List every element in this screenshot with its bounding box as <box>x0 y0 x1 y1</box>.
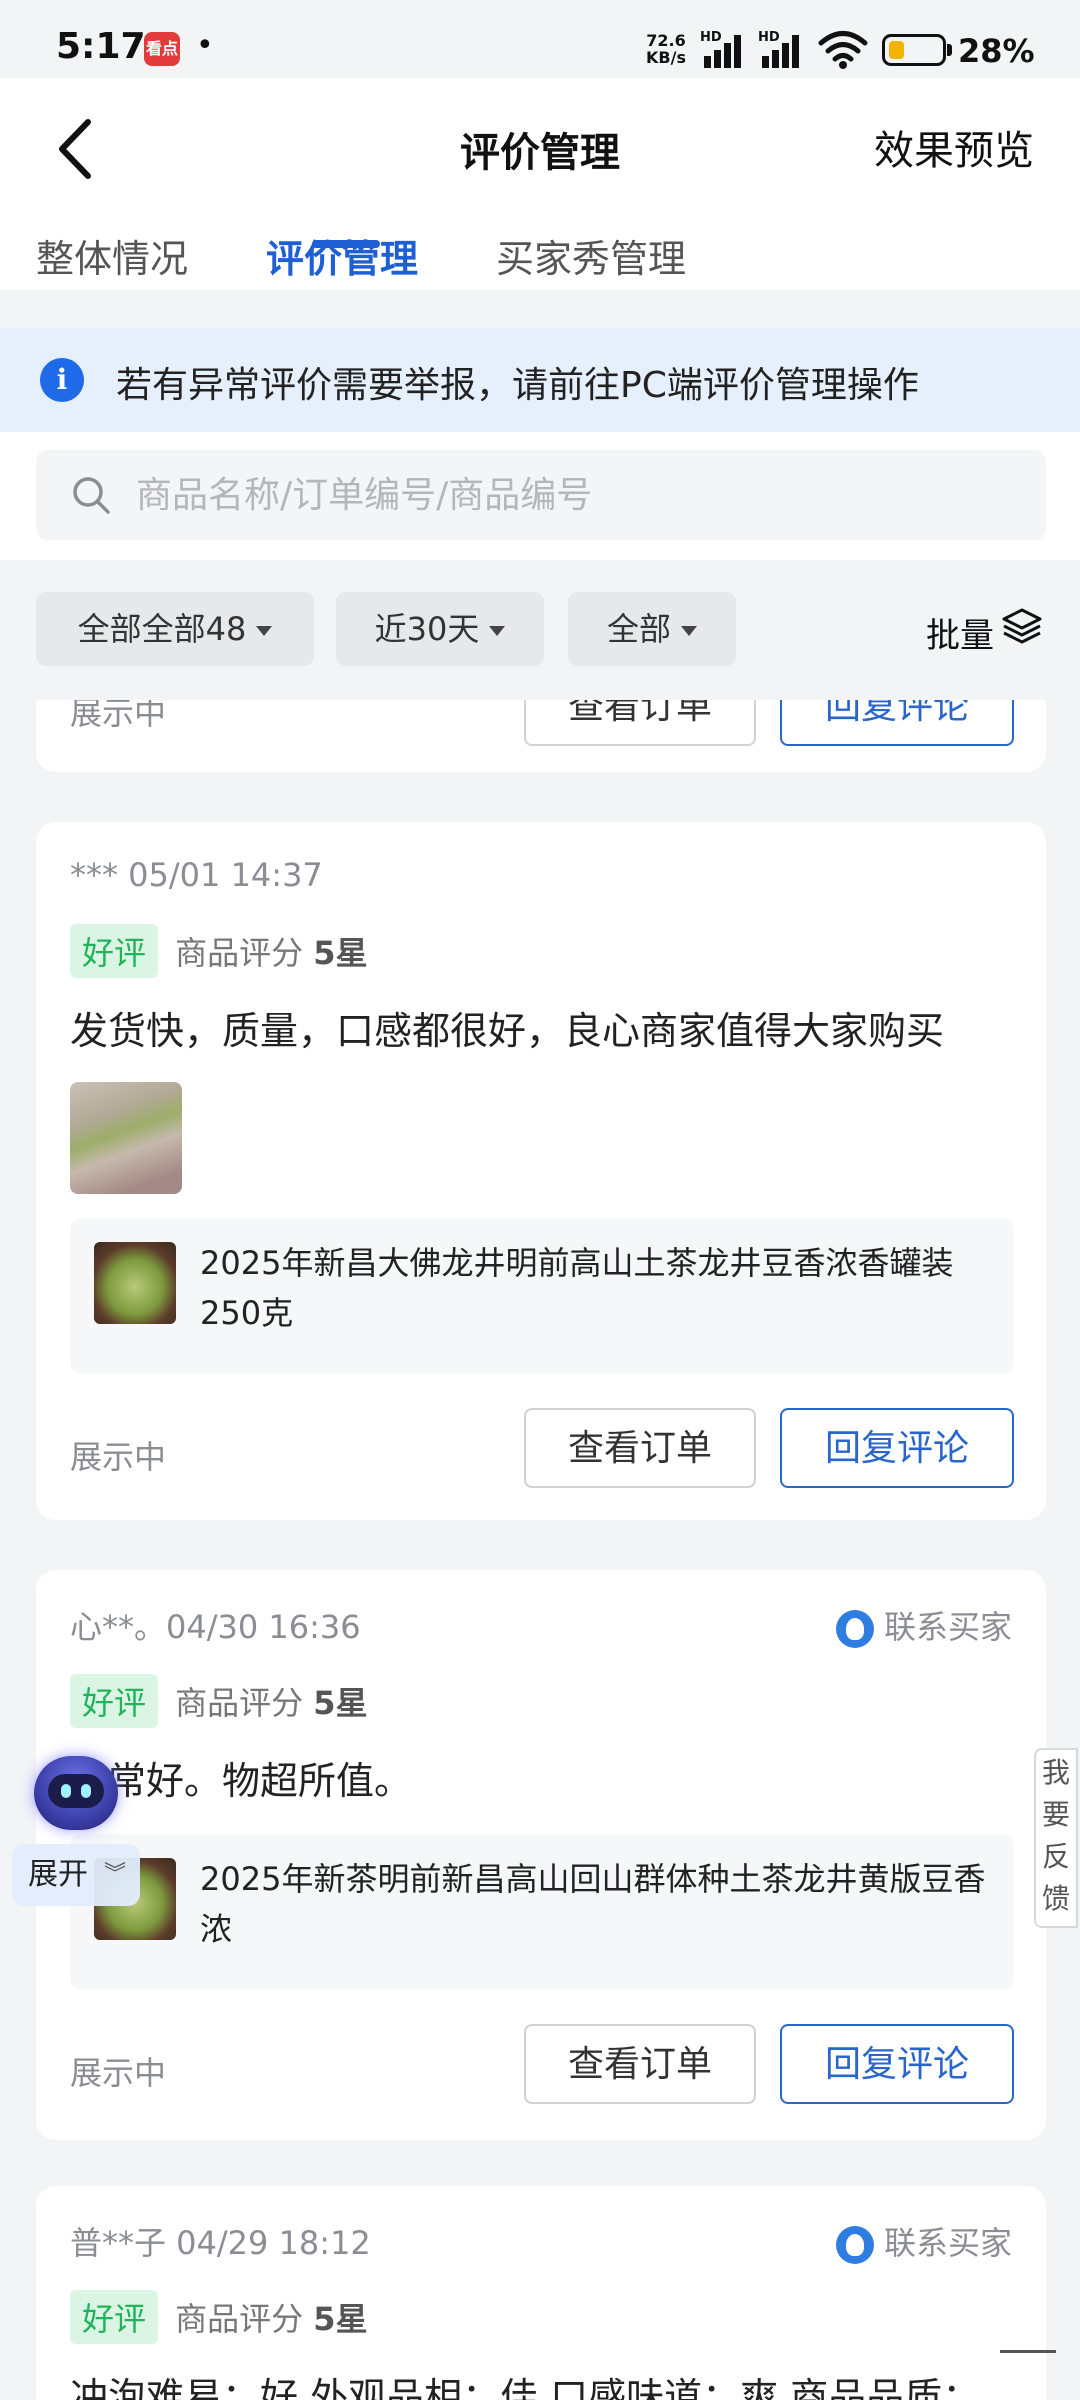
signal-icon <box>704 35 741 68</box>
ai-assistant-widget[interactable]: 展开 ︾ <box>12 1752 140 1922</box>
tab-review-management[interactable]: 评价管理 <box>266 228 418 283</box>
chat-icon <box>835 1610 874 1648</box>
robot-assistant-icon[interactable] <box>34 1756 118 1830</box>
tab-active-indicator <box>312 240 380 248</box>
wifi-icon <box>818 31 868 69</box>
review-card: *** 05/01 14:37 好评 商品评分 5星 发货快，质量，口感都很好，… <box>36 822 1046 1520</box>
rating-value: 5星 <box>313 934 368 972</box>
batch-button[interactable]: 批量 <box>926 608 994 657</box>
battery-fill <box>889 41 904 59</box>
review-meta: 心**。04/30 16:36 <box>70 1608 361 1646</box>
review-text: 冲泡难易：好 外观品相：佳 口感味道：爽 商品品质： <box>70 2375 981 2400</box>
chevron-double-down-icon: ︾ <box>103 1862 126 1887</box>
robot-face <box>48 1774 104 1808</box>
review-photo[interactable] <box>70 1082 182 1194</box>
robot-eye <box>81 1784 91 1798</box>
reply-comment-button[interactable]: 回复评论 <box>780 2024 1014 2104</box>
rating-row: 好评 商品评分 5星 <box>70 924 368 978</box>
product-name: 2025年新昌大佛龙井明前高山土茶龙井豆香浓香罐装250克 <box>200 1244 954 1332</box>
caret-down-icon <box>681 626 697 636</box>
rating-value: 5星 <box>313 2300 368 2338</box>
info-icon: i <box>40 358 84 402</box>
filter-review-type-label: 全部全部48 <box>77 610 247 648</box>
review-meta: 普**子 04/29 18:12 <box>70 2224 371 2262</box>
product-box[interactable]: 2025年新昌大佛龙井明前高山土茶龙井豆香浓香罐装250克 <box>70 1218 1014 1374</box>
rating-label-text: 商品评分 <box>175 2300 304 2338</box>
battery-cap <box>947 44 952 56</box>
view-order-button[interactable]: 查看订单 <box>524 1408 756 1488</box>
filter-bar: 全部全部48 近30天 全部 批量 <box>0 560 1080 700</box>
review-status: 展示中 <box>70 700 167 732</box>
view-order-button[interactable]: 查看订单 <box>524 700 756 746</box>
network-speed-unit: KB/s <box>646 48 686 67</box>
signal-icon-2 <box>762 35 799 68</box>
expand-label: 展开 <box>28 1857 88 1892</box>
notice-banner: i 若有异常评价需要举报，请前往PC端评价管理操作 <box>0 328 1080 432</box>
contact-buyer-label: 联系买家 <box>883 2224 1012 2262</box>
network-speed: 72.6 KB/s <box>646 32 686 66</box>
review-list[interactable]: 展示中 查看订单 回复评论 *** 05/01 14:37 好评 商品评分 5星… <box>0 700 1080 2400</box>
review-card: 普**子 04/29 18:12 联系买家 好评 商品评分 5星 冲泡难易：好 … <box>36 2186 1046 2400</box>
app-notification-icon: 看点 <box>144 32 180 66</box>
product-box[interactable]: 2025年新茶明前新昌高山回山群体种土茶龙井黄版豆香浓 <box>70 1834 1014 1990</box>
chat-icon <box>835 2226 874 2264</box>
scroll-indicator-icon <box>1000 2350 1056 2353</box>
product-thumbnail <box>94 1242 176 1324</box>
feedback-button[interactable]: 我要反馈 <box>1034 1748 1078 1928</box>
rating-row: 好评 商品评分 5星 <box>70 2290 368 2344</box>
caret-down-icon <box>256 626 273 636</box>
rating-label-text: 商品评分 <box>175 1684 304 1722</box>
rating-label: 商品评分 5星 <box>175 1678 367 1724</box>
battery-icon <box>882 34 946 66</box>
product-name: 2025年新茶明前新昌高山回山群体种土茶龙井黄版豆香浓 <box>200 1860 986 1948</box>
good-review-tag: 好评 <box>70 1674 159 1728</box>
notification-dot: • <box>196 28 214 63</box>
review-status: 展示中 <box>70 2054 167 2092</box>
review-meta: *** 05/01 14:37 <box>70 856 323 894</box>
reply-comment-button[interactable]: 回复评论 <box>780 1408 1014 1488</box>
review-text: 发货快，质量，口感都很好，良心商家值得大家购买 <box>70 1009 945 1053</box>
effect-preview-button[interactable]: 效果预览 <box>874 118 1034 176</box>
network-speed-value: 72.6 <box>646 31 686 50</box>
expand-button[interactable]: 展开 ︾ <box>12 1844 140 1906</box>
layers-icon[interactable] <box>1000 604 1044 648</box>
review-card: 展示中 查看订单 回复评论 <box>36 700 1046 772</box>
app-header: 评价管理 效果预览 整体情况 评价管理 买家秀管理 <box>0 78 1080 290</box>
search-input[interactable] <box>136 450 1016 540</box>
caret-down-icon <box>489 626 506 636</box>
status-bar: 5:17 看点 • 72.6 KB/s HD HD 28% <box>0 0 1080 78</box>
good-review-tag: 好评 <box>70 924 159 978</box>
tab-overview[interactable]: 整体情况 <box>36 228 188 283</box>
review-card: 心**。04/30 16:36 联系买家 好评 商品评分 5星 非常好。物超所值… <box>36 1570 1046 2140</box>
contact-buyer-button[interactable]: 联系买家 <box>835 2218 1012 2264</box>
filter-status[interactable]: 全部 <box>568 592 736 666</box>
filter-date-range[interactable]: 近30天 <box>336 592 544 666</box>
good-review-tag: 好评 <box>70 2290 159 2344</box>
tab-bar: 整体情况 评价管理 买家秀管理 <box>0 228 1080 290</box>
tab-buyer-show-management[interactable]: 买家秀管理 <box>496 228 686 283</box>
reply-comment-button[interactable]: 回复评论 <box>780 700 1014 746</box>
battery-percent: 28% <box>958 32 1035 70</box>
search-bar <box>0 432 1080 560</box>
filter-status-label: 全部 <box>606 610 671 648</box>
rating-value: 5星 <box>313 1684 368 1722</box>
rating-label-text: 商品评分 <box>175 934 304 972</box>
search-icon <box>73 477 110 514</box>
status-time: 5:17 <box>56 26 146 67</box>
search-box[interactable] <box>36 450 1046 540</box>
view-order-button[interactable]: 查看订单 <box>524 2024 756 2104</box>
contact-buyer-button[interactable]: 联系买家 <box>835 1602 1012 1648</box>
rating-label: 商品评分 5星 <box>175 928 367 974</box>
notice-text: 若有异常评价需要举报，请前往PC端评价管理操作 <box>116 365 919 406</box>
robot-eye <box>61 1784 71 1798</box>
filter-date-range-label: 近30天 <box>374 610 480 648</box>
rating-label: 商品评分 5星 <box>175 2294 367 2340</box>
contact-buyer-label: 联系买家 <box>883 1608 1012 1646</box>
review-status: 展示中 <box>70 1438 167 1476</box>
filter-review-type[interactable]: 全部全部48 <box>36 592 314 666</box>
review-text: 非常好。物超所值。 <box>70 1759 413 1803</box>
rating-row: 好评 商品评分 5星 <box>70 1674 368 1728</box>
